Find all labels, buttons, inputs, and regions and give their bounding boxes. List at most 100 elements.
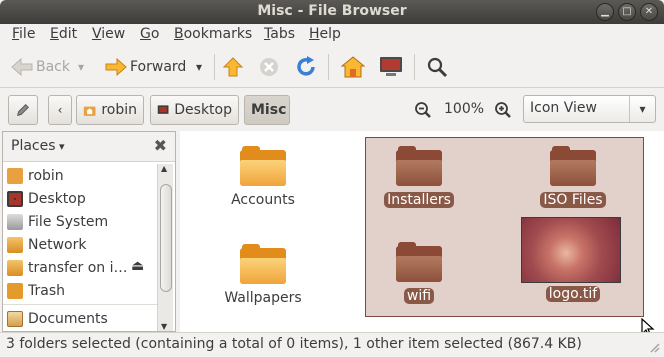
sidebar-item-label: File System xyxy=(28,213,109,230)
search-button[interactable] xyxy=(426,53,448,81)
zoom-out-button[interactable] xyxy=(414,101,432,123)
maximize-icon[interactable]: □ xyxy=(618,3,636,21)
scroll-down-icon[interactable]: ▼ xyxy=(161,322,167,331)
scroll-up-icon[interactable]: ▲ xyxy=(161,164,167,173)
sidebar-item-robin[interactable]: robin xyxy=(3,164,157,187)
file-label: Installers xyxy=(384,192,454,208)
file-label: Accounts xyxy=(231,192,295,208)
forward-button[interactable]: Forward xyxy=(104,53,186,81)
zoom-in-button[interactable] xyxy=(494,101,512,123)
menu-help[interactable]: Help xyxy=(309,26,341,42)
places-sidebar: Places ▾ ✖ robin Desktop File System Net… xyxy=(2,131,176,332)
menu-edit[interactable]: Edit xyxy=(50,26,77,42)
view-mode-select[interactable]: Icon View ▾ xyxy=(523,95,656,123)
sidebar-item-network[interactable]: Network xyxy=(3,233,157,256)
reload-icon xyxy=(297,56,315,76)
back-arrow-icon xyxy=(11,57,33,77)
file-item-logo[interactable]: logo.tif xyxy=(518,280,628,302)
file-item-wifi[interactable]: wifi xyxy=(364,242,474,304)
menu-tabs[interactable]: Tabs xyxy=(264,26,295,42)
trash-icon xyxy=(7,282,23,299)
title-bar: Misc - File Browser ▁ □ ✕ xyxy=(0,0,664,24)
menu-view[interactable]: View xyxy=(92,26,125,42)
file-item-accounts[interactable]: Accounts xyxy=(208,146,318,208)
menu-tabs-label: abs xyxy=(270,26,295,42)
menu-go-label: o xyxy=(150,26,160,42)
folder-icon xyxy=(240,244,286,284)
sidebar-item-trash[interactable]: Trash xyxy=(3,279,157,302)
breadcrumb-scroll-left[interactable]: ‹ xyxy=(48,95,72,125)
menu-bookmarks-mnemonic: B xyxy=(174,26,184,42)
menu-edit-mnemonic: E xyxy=(50,26,59,42)
resize-grip-icon[interactable] xyxy=(646,339,660,353)
sidebar-divider xyxy=(3,304,157,305)
reload-button[interactable] xyxy=(294,53,318,81)
home-folder-icon xyxy=(83,106,96,116)
forward-arrow-icon xyxy=(105,57,127,77)
breadcrumb-misc[interactable]: Misc xyxy=(244,95,290,125)
stop-button[interactable] xyxy=(258,53,280,81)
back-history-dropdown[interactable]: ▾ xyxy=(78,53,84,81)
menu-bookmarks[interactable]: Bookmarks xyxy=(174,26,252,42)
toggle-location-button[interactable] xyxy=(8,95,38,125)
chevron-down-icon: ▾ xyxy=(629,96,655,122)
toolbar-separator xyxy=(414,54,415,80)
breadcrumb-robin[interactable]: robin xyxy=(76,95,144,125)
status-text: 3 folders selected (containing a total o… xyxy=(6,336,582,352)
sidebar-item-label: Desktop xyxy=(28,190,86,207)
zoom-in-icon xyxy=(495,102,511,118)
sidebar-item-label: transfer on i… xyxy=(28,259,128,276)
image-thumbnail[interactable] xyxy=(521,217,621,283)
menu-file[interactable]: File xyxy=(12,26,35,42)
chevron-left-icon: ‹ xyxy=(57,103,63,117)
folder-icon xyxy=(396,146,442,186)
back-label: Back xyxy=(36,59,70,75)
sidebar-item-documents[interactable]: Documents xyxy=(3,307,157,330)
computer-button[interactable] xyxy=(378,53,404,81)
sidebar-item-file-system[interactable]: File System xyxy=(3,210,157,233)
toolbar-separator xyxy=(214,54,215,80)
places-label: Places xyxy=(11,138,56,154)
file-item-installers[interactable]: Installers xyxy=(364,146,474,208)
file-item-wallpapers[interactable]: Wallpapers xyxy=(208,244,318,306)
view-mode-value: Icon View xyxy=(530,100,597,116)
menu-file-label: ile xyxy=(19,26,36,42)
file-label: Wallpapers xyxy=(224,290,302,306)
desktop-icon xyxy=(157,105,169,114)
main-toolbar: Back ▾ Forward ▾ xyxy=(0,46,664,88)
places-selector[interactable]: Places ▾ xyxy=(11,138,65,154)
breadcrumb-robin-label: robin xyxy=(101,102,137,118)
sidebar-item-desktop[interactable]: Desktop xyxy=(3,187,157,210)
file-item-iso-files[interactable]: ISO Files xyxy=(518,146,628,208)
folder-icon xyxy=(240,146,286,186)
menu-view-mnemonic: V xyxy=(92,26,102,42)
zoom-level[interactable]: 100% xyxy=(444,101,484,117)
documents-icon xyxy=(7,310,23,327)
file-label: wifi xyxy=(403,288,435,304)
minimize-icon[interactable]: ▁ xyxy=(596,3,614,21)
forward-history-dropdown[interactable]: ▾ xyxy=(196,53,202,81)
sidebar-item-transfer[interactable]: transfer on i… ⏏ xyxy=(3,256,157,279)
toolbar-separator xyxy=(328,54,329,80)
breadcrumb-misc-label: Misc xyxy=(251,102,287,118)
search-icon xyxy=(427,57,448,78)
menu-go[interactable]: Go xyxy=(140,26,159,42)
places-list: robin Desktop File System Network transf… xyxy=(3,164,157,330)
home-button[interactable] xyxy=(340,53,366,81)
scrollbar-thumb[interactable] xyxy=(160,184,172,292)
menu-view-label: iew xyxy=(101,26,126,42)
back-button[interactable]: Back xyxy=(10,53,70,81)
breadcrumb-desktop[interactable]: Desktop xyxy=(150,95,239,125)
network-icon xyxy=(7,236,23,253)
close-icon[interactable]: ✕ xyxy=(640,3,658,21)
eject-icon[interactable]: ⏏ xyxy=(131,258,144,274)
desktop-icon xyxy=(7,190,23,207)
close-sidebar-icon[interactable]: ✖ xyxy=(154,136,167,155)
sidebar-item-label: robin xyxy=(28,167,64,184)
drive-icon xyxy=(7,213,23,230)
pencil-icon xyxy=(17,104,29,116)
up-button[interactable] xyxy=(222,53,244,81)
up-arrow-icon xyxy=(222,57,244,77)
zoom-out-icon xyxy=(415,102,431,118)
sidebar-scrollbar[interactable]: ▲ ▼ xyxy=(157,164,173,331)
